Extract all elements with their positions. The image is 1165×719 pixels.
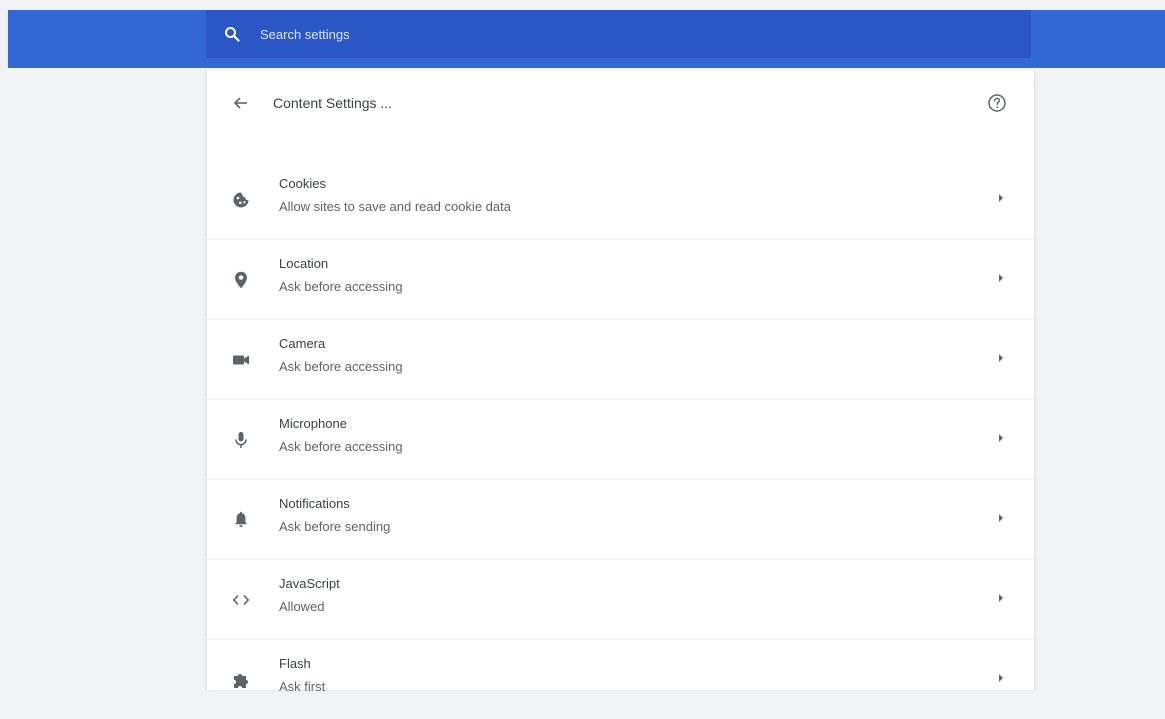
setting-subtitle: Ask before accessing: [279, 279, 403, 294]
setting-subtitle: Ask before accessing: [279, 359, 403, 374]
setting-subtitle: Ask before sending: [279, 519, 391, 534]
setting-title: Flash: [279, 656, 311, 671]
search-bar[interactable]: [206, 10, 1031, 58]
setting-subtitle: Allowed: [279, 599, 325, 614]
puzzle-icon: [229, 668, 253, 692]
arrow-right-icon: [996, 273, 1006, 283]
setting-text: JavaScript Allowed: [279, 575, 340, 616]
content-settings-panel: Content Settings ... Cookies Allow sites…: [206, 70, 1035, 694]
setting-text: Camera Ask before accessing: [279, 335, 403, 376]
arrow-right-icon: [996, 673, 1006, 683]
bell-icon: [229, 508, 253, 532]
setting-row-flash[interactable]: Flash Ask first: [207, 639, 1034, 719]
search-icon[interactable]: [222, 24, 242, 44]
camera-icon: [229, 348, 253, 372]
code-icon: [229, 588, 253, 612]
setting-text: Notifications Ask before sending: [279, 495, 390, 536]
arrow-right-icon: [996, 193, 1006, 203]
setting-title: JavaScript: [279, 576, 340, 591]
setting-title: Notifications: [279, 496, 350, 511]
setting-row-javascript[interactable]: JavaScript Allowed: [207, 559, 1034, 639]
setting-row-cookies[interactable]: Cookies Allow sites to save and read coo…: [207, 160, 1034, 239]
setting-text: Microphone Ask before accessing: [279, 415, 403, 456]
location-pin-icon: [229, 268, 253, 292]
help-circle-icon[interactable]: [986, 92, 1008, 114]
setting-subtitle: Ask first: [279, 679, 326, 694]
cookie-icon: [229, 188, 253, 212]
setting-row-location[interactable]: Location Ask before accessing: [207, 239, 1034, 319]
arrow-right-icon: [996, 593, 1006, 603]
setting-subtitle: Allow sites to save and read cookie data: [279, 199, 511, 214]
content-settings-list: Cookies Allow sites to save and read coo…: [207, 160, 1034, 719]
setting-text: Flash Ask first: [279, 655, 325, 696]
setting-title: Cookies: [279, 176, 326, 191]
arrow-right-icon: [996, 353, 1006, 363]
page-header: Content Settings ...: [207, 70, 1034, 136]
setting-text: Location Ask before accessing: [279, 255, 403, 296]
setting-subtitle: Ask before accessing: [279, 439, 403, 454]
setting-title: Location: [279, 256, 329, 271]
setting-title: Camera: [279, 336, 326, 351]
setting-text: Cookies Allow sites to save and read coo…: [279, 175, 511, 216]
microphone-icon: [229, 428, 253, 452]
setting-row-camera[interactable]: Camera Ask before accessing: [207, 319, 1034, 399]
setting-row-microphone[interactable]: Microphone Ask before accessing: [207, 399, 1034, 479]
setting-title: Microphone: [279, 416, 347, 431]
arrow-right-icon: [996, 433, 1006, 443]
arrow-back-icon[interactable]: [229, 91, 253, 115]
arrow-right-icon: [996, 513, 1006, 523]
setting-row-notifications[interactable]: Notifications Ask before sending: [207, 479, 1034, 559]
page-title: Content Settings ...: [273, 95, 393, 111]
search-input[interactable]: [258, 18, 862, 50]
